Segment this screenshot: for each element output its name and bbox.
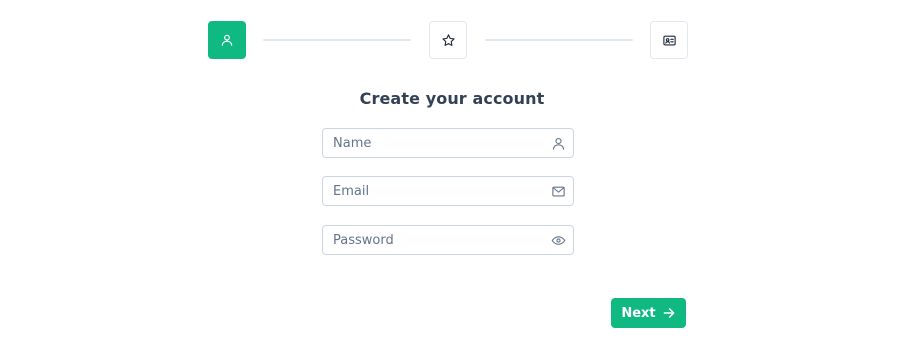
email-input[interactable]: [323, 177, 543, 205]
step-preferences[interactable]: [429, 21, 467, 59]
id-card-icon: [662, 35, 676, 45]
user-icon: [543, 129, 573, 157]
name-field[interactable]: [322, 128, 574, 158]
next-button-label: Next: [621, 305, 656, 321]
name-input[interactable]: [323, 129, 543, 157]
user-icon: [221, 34, 233, 46]
next-button[interactable]: Next: [611, 298, 686, 328]
step-connector: [485, 39, 633, 41]
step-account[interactable]: [208, 21, 246, 59]
star-icon: [441, 33, 455, 46]
password-field[interactable]: [322, 225, 574, 255]
step-profile[interactable]: [650, 21, 688, 59]
email-field[interactable]: [322, 176, 574, 206]
mail-icon: [543, 177, 573, 205]
arrow-right-icon: [663, 308, 675, 318]
password-input[interactable]: [323, 226, 543, 254]
form-title: Create your account: [359, 89, 545, 108]
eye-icon[interactable]: [543, 226, 573, 254]
signup-page: Create your account Name Email Next: [0, 0, 904, 354]
step-connector: [263, 39, 411, 41]
